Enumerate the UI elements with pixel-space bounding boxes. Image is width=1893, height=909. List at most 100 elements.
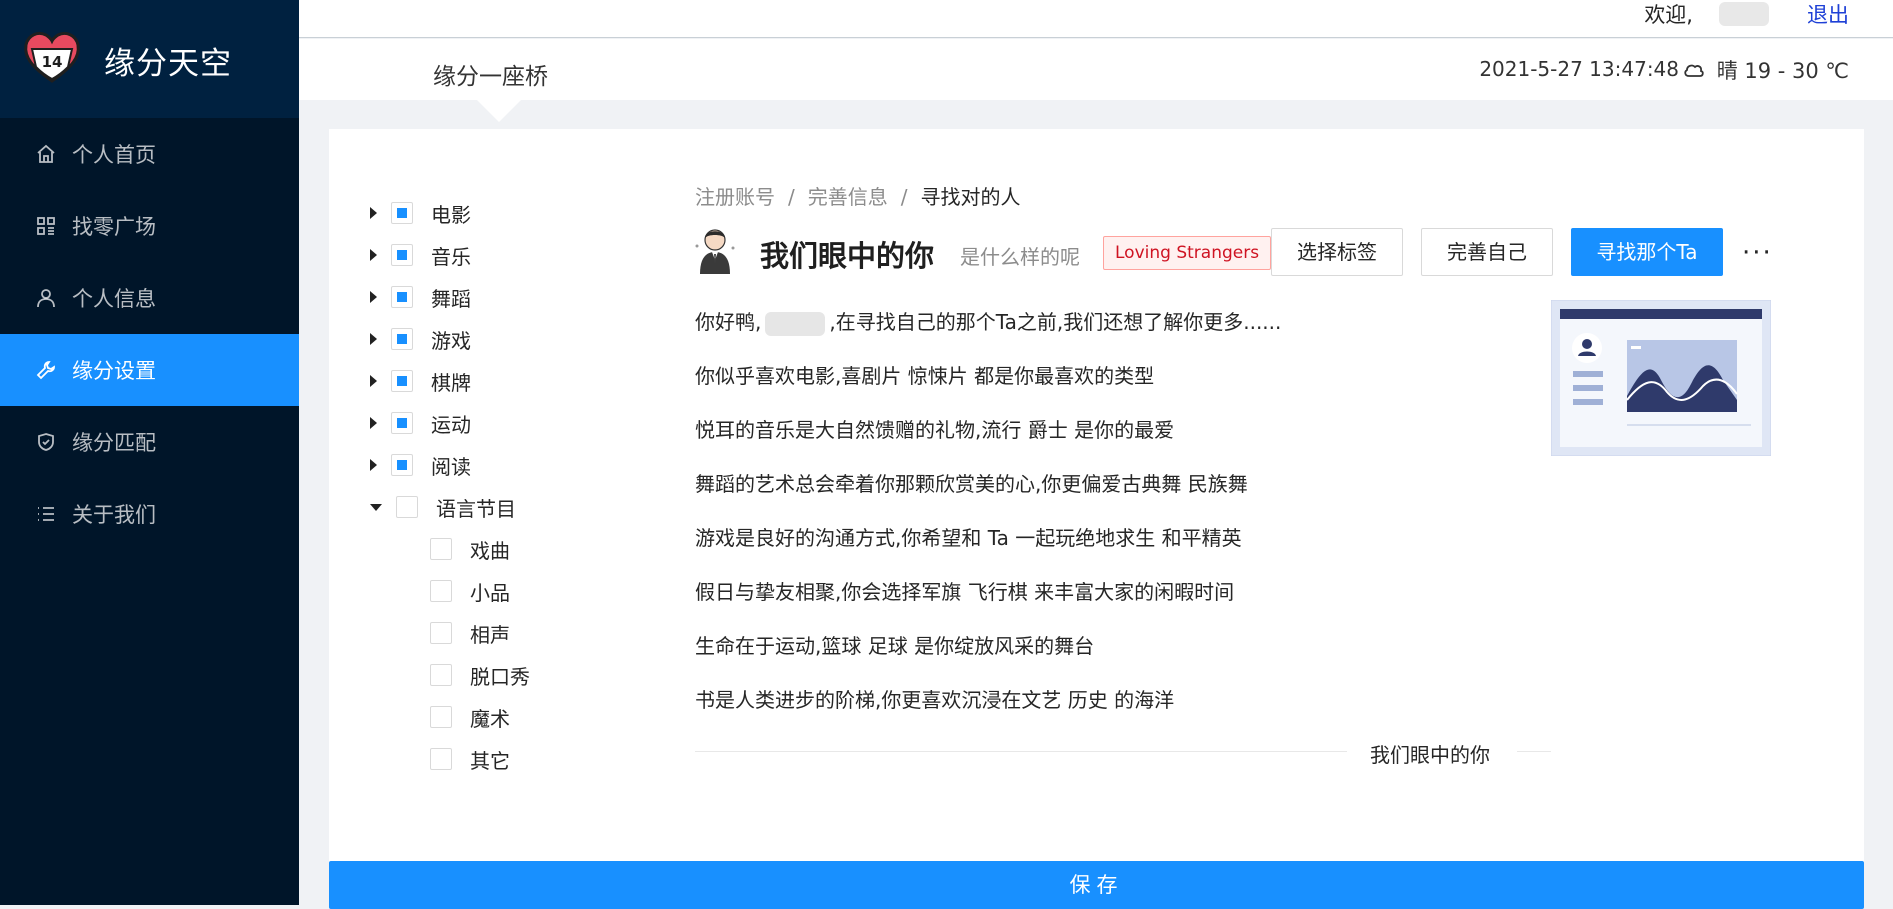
sidebar-item-label: 个人首页 <box>72 143 156 167</box>
top-bar: 欢迎, 退出 <box>299 0 1893 38</box>
sidebar-item-home[interactable]: 个人首页 <box>0 118 299 190</box>
sidebar-menu: 个人首页 找零广场 个人信息 缘分设置 缘分匹配 关于我们 <box>0 118 299 550</box>
tree-node[interactable]: 相声 <box>430 616 510 650</box>
content-line: 悦耳的音乐是大自然馈赠的礼物,流行 爵士 是你的最爱 <box>695 418 1175 442</box>
breadcrumb-separator: / <box>788 185 795 209</box>
sidebar-item-profile[interactable]: 个人信息 <box>0 262 299 334</box>
more-ellipsis-icon[interactable]: ··· <box>1742 238 1773 268</box>
content-line: 你似乎喜欢电影,喜剧片 惊悚片 都是你最喜欢的类型 <box>695 364 1155 388</box>
checkbox[interactable] <box>391 286 413 308</box>
caret-right-icon[interactable] <box>370 333 377 345</box>
tree-node[interactable]: 舞蹈 <box>370 280 471 314</box>
caret-right-icon[interactable] <box>370 459 377 471</box>
tree-node-label: 小品 <box>470 580 510 605</box>
caret-down-icon[interactable] <box>370 503 382 511</box>
home-icon <box>36 144 56 164</box>
complete-self-button[interactable]: 完善自己 <box>1421 228 1553 276</box>
grid-icon <box>36 216 56 236</box>
sidebar-item-label: 个人信息 <box>72 287 156 311</box>
sidebar-item-square[interactable]: 找零广场 <box>0 190 299 262</box>
caret-right-icon[interactable] <box>370 417 377 429</box>
logo-area[interactable]: 14 缘分天空 <box>0 0 299 118</box>
caret-right-icon[interactable] <box>370 375 377 387</box>
tree-node-label: 相声 <box>470 622 510 647</box>
tree-node[interactable]: 游戏 <box>370 322 471 356</box>
page-section-title: 缘分一座桥 <box>433 64 548 90</box>
caret-right-icon[interactable] <box>370 291 377 303</box>
sidebar: 14 缘分天空 个人首页 找零广场 个人信息 缘分设置 缘分匹配 关于我们 <box>0 0 299 905</box>
checkbox[interactable] <box>396 496 418 518</box>
tree-node[interactable]: 魔术 <box>430 700 510 734</box>
header-notch <box>477 100 521 122</box>
checkbox[interactable] <box>430 580 452 602</box>
tree-node-label: 语言节目 <box>436 496 516 521</box>
checkbox[interactable] <box>430 748 452 770</box>
tree-node[interactable]: 语言节目 <box>370 490 516 524</box>
sidebar-item-about[interactable]: 关于我们 <box>0 478 299 550</box>
select-tags-button[interactable]: 选择标签 <box>1271 228 1403 276</box>
checkbox[interactable] <box>430 538 452 560</box>
tree-node-label: 棋牌 <box>431 370 471 395</box>
blurred-username <box>1719 2 1769 26</box>
content-line: 舞蹈的艺术总会牵着你那颗欣赏美的心,你更偏爱古典舞 民族舞 <box>695 472 1248 496</box>
content-line: 书是人类进步的阶梯,你更喜欢沉浸在文艺 历史 的海洋 <box>695 688 1175 712</box>
greeting-line: 你好鸭, ,在寻找自己的那个Ta之前,我们还想了解你更多...... <box>695 306 1281 336</box>
divider-text: 我们眼中的你 <box>1370 743 1490 767</box>
tree-node-label: 运动 <box>431 412 471 437</box>
tree-node[interactable]: 脱口秀 <box>430 658 530 692</box>
page-title: 我们眼中的你 <box>760 239 935 273</box>
status-tag: Loving Strangers <box>1103 236 1272 270</box>
checkbox[interactable] <box>430 706 452 728</box>
divider-line <box>1517 751 1551 752</box>
tree-node[interactable]: 阅读 <box>370 448 471 482</box>
user-icon <box>36 288 56 308</box>
sidebar-item-label: 缘分匹配 <box>72 431 156 455</box>
save-button[interactable]: 保存 <box>329 861 1864 909</box>
tree-node-label: 其它 <box>470 748 510 773</box>
shield-check-icon <box>36 432 56 452</box>
sidebar-item-settings[interactable]: 缘分设置 <box>0 334 299 406</box>
checkbox[interactable] <box>391 202 413 224</box>
breadcrumb-current: 寻找对的人 <box>920 185 1021 209</box>
checkbox[interactable] <box>391 370 413 392</box>
sidebar-item-label: 缘分设置 <box>72 359 156 383</box>
greeting-before: 你好鸭, <box>695 310 762 334</box>
checkbox[interactable] <box>430 622 452 644</box>
breadcrumb-item[interactable]: 完善信息 <box>808 185 888 209</box>
tree-node[interactable]: 音乐 <box>370 238 471 272</box>
tree-node[interactable]: 运动 <box>370 406 471 440</box>
tree-node-label: 戏曲 <box>470 538 510 563</box>
heart-logo-icon: 14 <box>24 31 80 83</box>
logout-link[interactable]: 退出 <box>1807 0 1849 30</box>
tree-node-label: 脱口秀 <box>470 664 530 689</box>
tree-node[interactable]: 戏曲 <box>430 532 510 566</box>
checkbox[interactable] <box>391 412 413 434</box>
caret-right-icon[interactable] <box>370 207 377 219</box>
welcome-text: 欢迎, <box>1644 3 1693 27</box>
sidebar-item-label: 找零广场 <box>72 215 156 239</box>
avatar <box>695 229 735 274</box>
list-icon <box>36 504 56 524</box>
checkbox[interactable] <box>391 328 413 350</box>
weather-text: 晴 19 - 30 ℃ <box>1716 59 1849 83</box>
sub-header: 缘分一座桥 2021-5-27 13:47:48 晴 19 - 30 ℃ <box>299 39 1893 122</box>
checkbox[interactable] <box>391 454 413 476</box>
sidebar-item-match[interactable]: 缘分匹配 <box>0 406 299 478</box>
tree-node-label: 游戏 <box>431 328 471 353</box>
tree-node[interactable]: 小品 <box>430 574 510 608</box>
datetime-display: 2021-5-27 13:47:48 <box>1479 57 1679 81</box>
checkbox[interactable] <box>430 664 452 686</box>
section-divider: 我们眼中的你 <box>695 739 1551 769</box>
checkbox[interactable] <box>391 244 413 266</box>
caret-right-icon[interactable] <box>370 249 377 261</box>
cloud-icon <box>1684 64 1704 77</box>
content-line: 假日与挚友相聚,你会选择军旗 飞行棋 来丰富大家的闲暇时间 <box>695 580 1235 604</box>
breadcrumb-item[interactable]: 注册账号 <box>695 185 775 209</box>
tree-node[interactable]: 电影 <box>370 196 471 230</box>
tree-node-label: 阅读 <box>431 454 471 479</box>
svg-text:14: 14 <box>42 53 63 71</box>
tree-node[interactable]: 棋牌 <box>370 364 471 398</box>
tree-node[interactable]: 其它 <box>430 742 510 776</box>
divider-line <box>695 751 1347 752</box>
find-ta-button[interactable]: 寻找那个Ta <box>1571 228 1723 276</box>
